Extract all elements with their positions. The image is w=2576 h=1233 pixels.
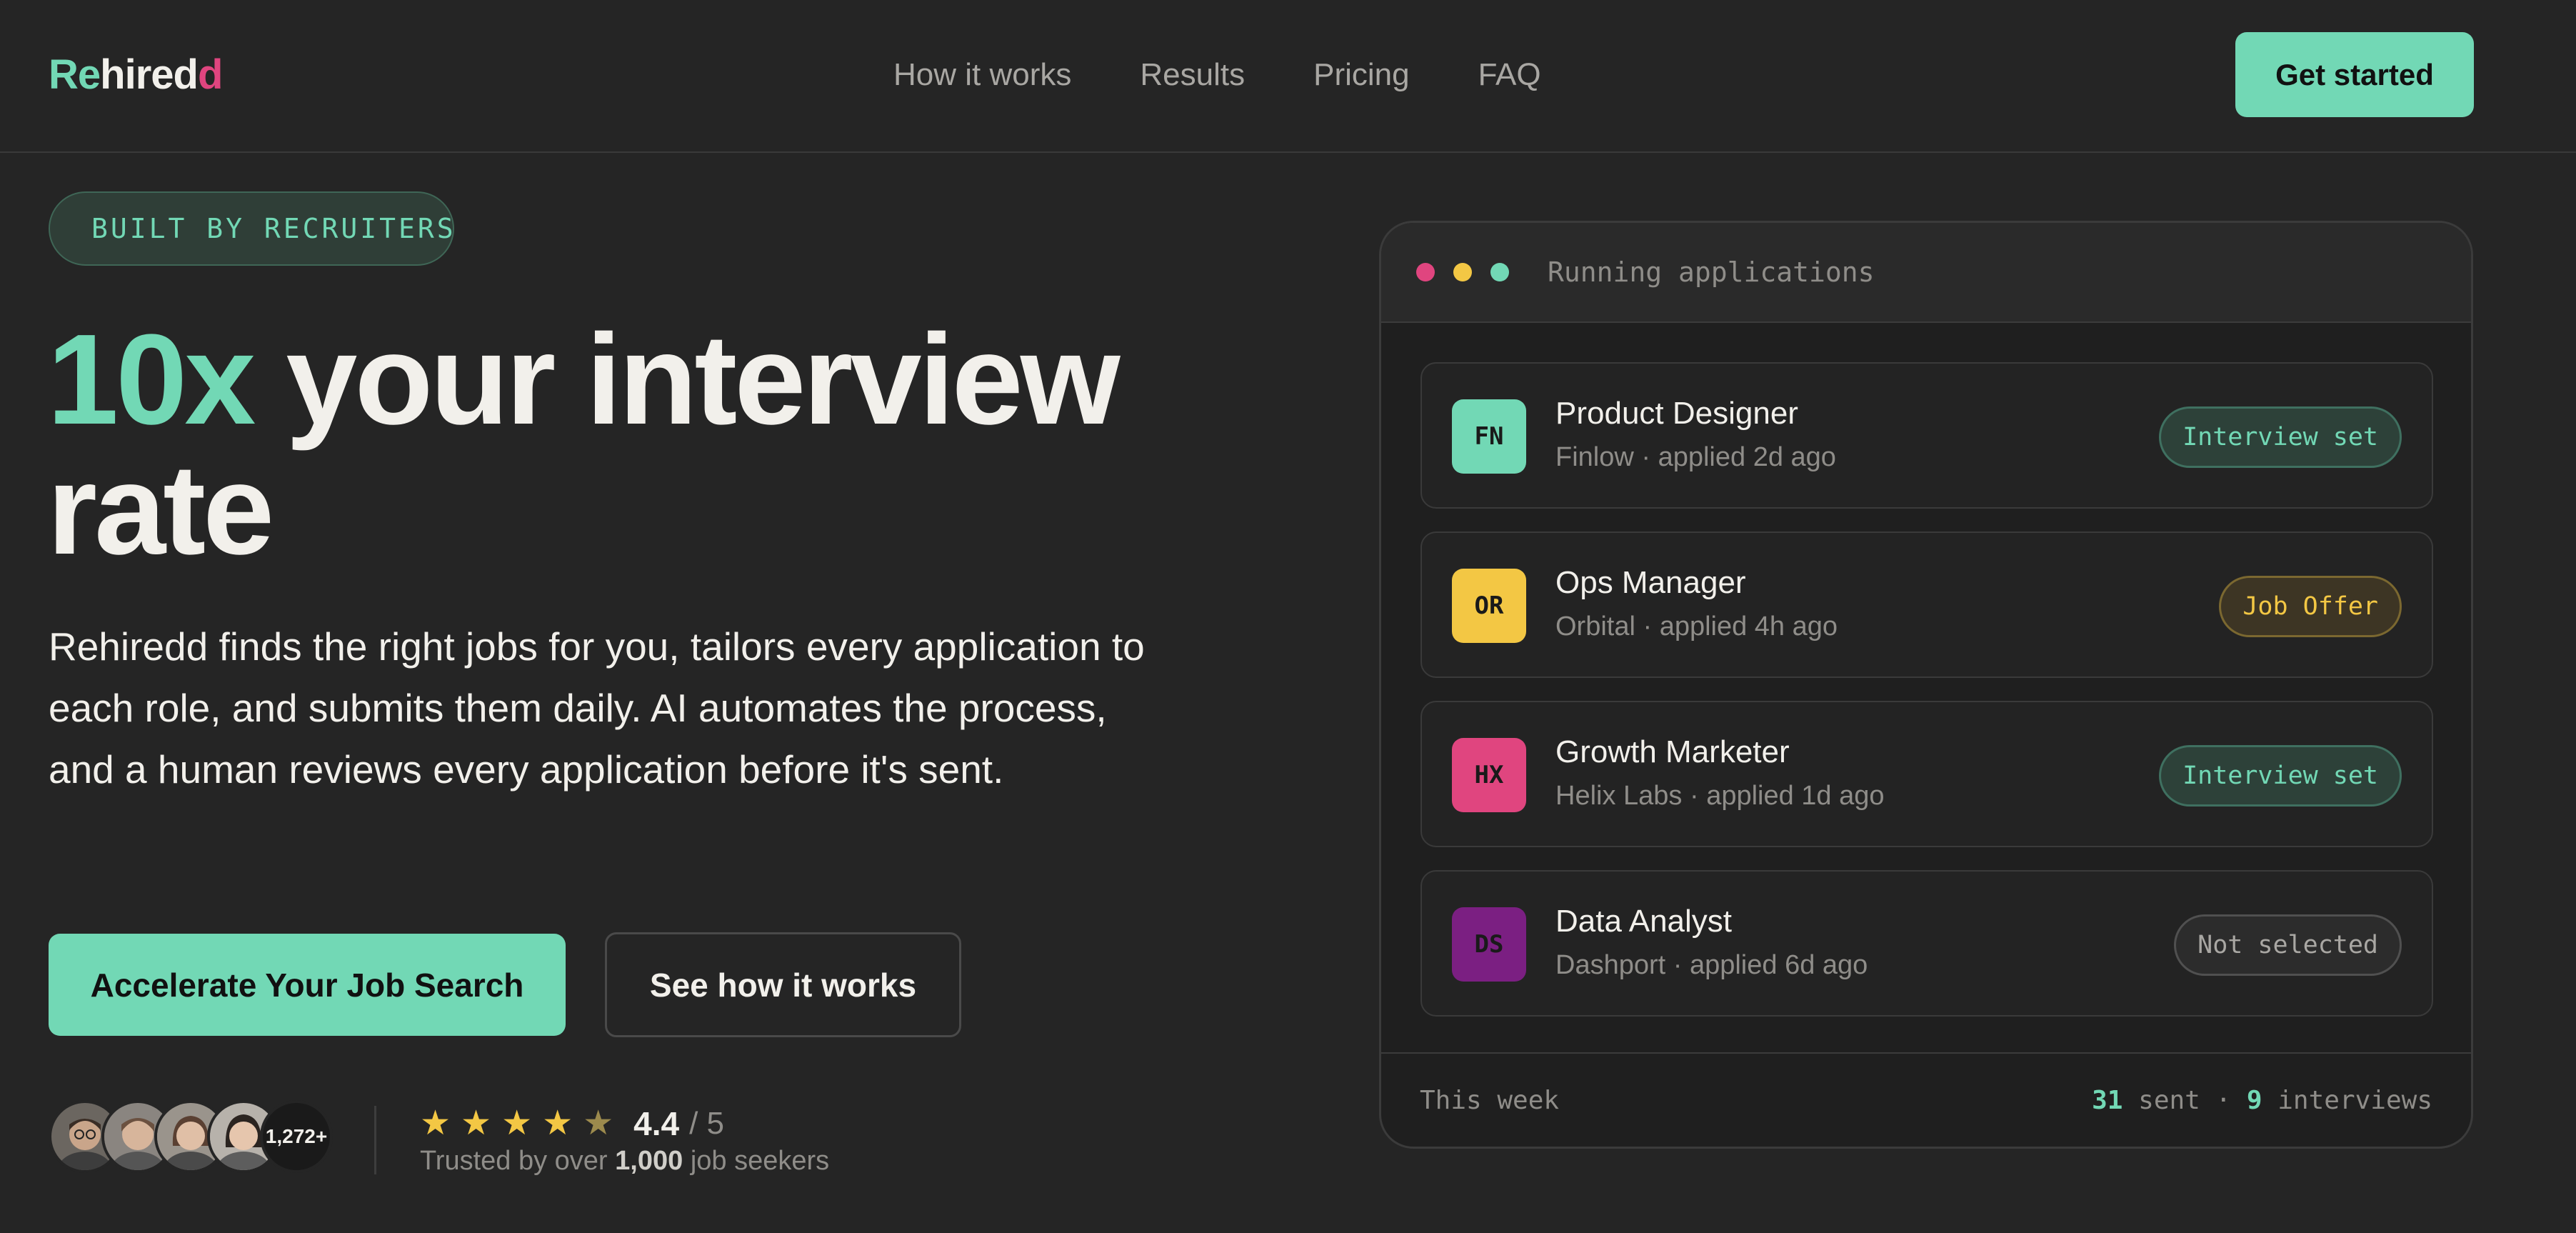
list-item[interactable]: HX Growth Marketer Helix Labs · applied … [1420,701,2433,847]
job-meta: Orbital · applied 4h ago [1555,611,1838,642]
rating-score: 4.4 [633,1105,680,1142]
logo[interactable]: Rehiredd [49,50,223,100]
headline-highlight: 10x [47,308,256,451]
star-icon: ★ [542,1104,573,1142]
status-badge: Not selected [2174,914,2402,976]
headline-line1-rest: your interview [253,308,1120,451]
company-tile: DS [1452,907,1526,982]
site-header: Rehiredd How it works Results Pricing FA… [0,0,2576,153]
job-meta: Helix Labs · applied 1d ago [1555,781,1885,811]
rating-stars: ★ ★ ★ ★ ★ 4.4 / 5 [420,1104,724,1143]
hero-headline: 10x your interview rate [47,316,1121,581]
nav-how-it-works[interactable]: How it works [893,51,1071,99]
card-footer: This week 31 sent · 9 interviews [1381,1052,2471,1147]
job-list: FN Product Designer Finlow · applied 2d … [1420,362,2433,1039]
company-tile: HX [1452,738,1526,812]
accelerate-job-search-button[interactable]: Accelerate Your Job Search [49,934,566,1036]
card-title: Running applications [1548,256,1875,288]
job-meta: Finlow · applied 2d ago [1555,442,1836,472]
main-nav: How it works Results Pricing FAQ [893,51,1541,99]
job-title: Data Analyst [1555,904,1733,939]
status-badge: Interview set [2159,745,2402,807]
window-dot-yellow-icon [1453,263,1472,281]
status-badge: Interview set [2159,406,2402,468]
job-title: Product Designer [1555,396,1798,431]
star-icon: ★ [420,1104,451,1142]
window-dot-red-icon [1416,263,1435,281]
trusted-by-text: Trusted by over 1,000 job seekers [420,1146,830,1176]
card-header: Running applications [1381,223,2471,323]
get-started-button[interactable]: Get started [2235,32,2474,117]
nav-faq[interactable]: FAQ [1478,51,1541,99]
nav-pricing[interactable]: Pricing [1313,51,1410,99]
list-item[interactable]: OR Ops Manager Orbital · applied 4h ago … [1420,531,2433,678]
job-meta: Dashport · applied 6d ago [1555,950,1868,980]
star-icon: ★ [461,1104,492,1142]
headline-line2: rate [47,438,274,581]
company-tile: FN [1452,399,1526,474]
footer-label: This week [1420,1085,1560,1115]
star-icon: ★ [501,1104,533,1142]
rating-scale: / 5 [689,1106,725,1141]
avatar-stack: 1,272+ [49,1100,333,1173]
social-proof: 1,272+ ★ ★ ★ ★ ★ 4.4 / 5 Trusted by over… [49,1100,906,1179]
nav-results[interactable]: Results [1140,51,1245,99]
list-item[interactable]: DS Data Analyst Dashport · applied 6d ag… [1420,870,2433,1017]
see-how-it-works-button[interactable]: See how it works [605,932,961,1037]
divider [374,1106,376,1174]
list-item[interactable]: FN Product Designer Finlow · applied 2d … [1420,362,2433,509]
status-badge: Job Offer [2219,576,2402,637]
job-title: Growth Marketer [1555,734,1790,769]
star-icon: ★ [583,1104,614,1142]
built-by-recruiters-badge: BUILT BY RECRUITERS [49,191,454,266]
job-title: Ops Manager [1555,565,1746,600]
running-applications-card: Running applications FN Product Designer… [1379,221,2473,1149]
window-dot-green-icon [1490,263,1509,281]
company-tile: OR [1452,569,1526,643]
weekly-stats: 31 sent · 9 interviews [2092,1085,2432,1115]
avatar-count: 1,272+ [260,1100,333,1173]
hero-description: Rehiredd finds the right jobs for you, t… [49,624,1145,792]
